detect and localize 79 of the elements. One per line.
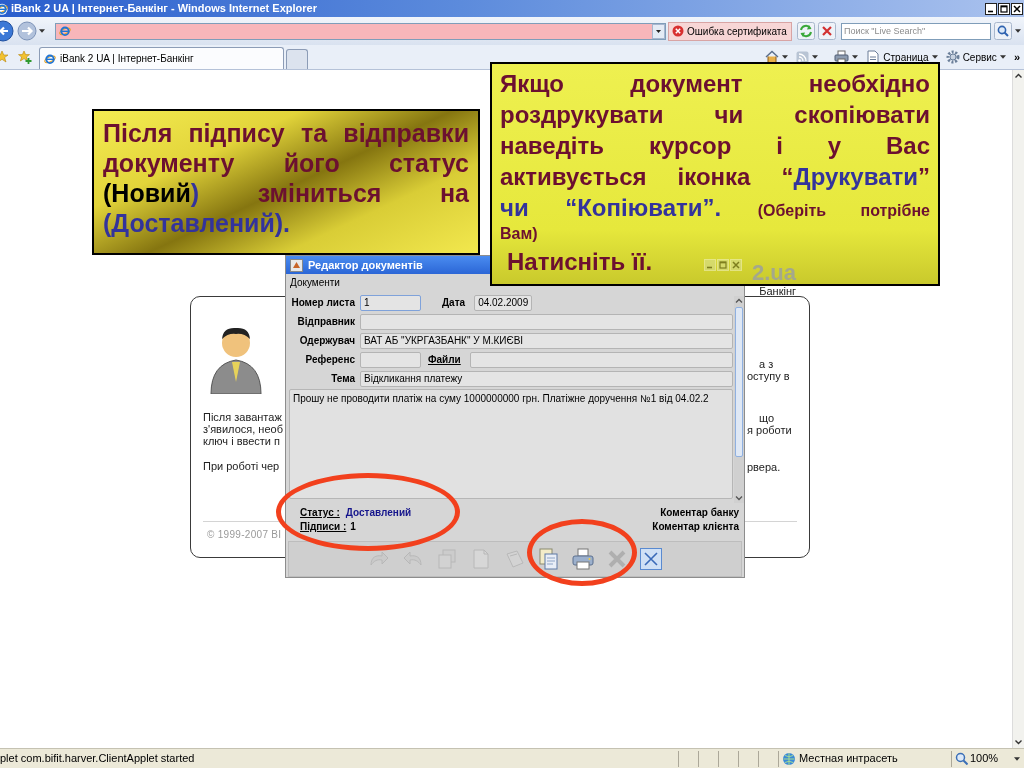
refresh-icon[interactable] [796,22,815,40]
paragraph-fragment: з'явилося, необ [203,423,284,435]
input-field[interactable] [469,351,733,368]
caret-icon[interactable] [1014,756,1020,761]
signatures-link[interactable]: Підписи : [300,521,347,533]
copyright-text: © 1999-2007 BI [207,529,282,541]
browser-logo-icon [0,2,8,15]
zoom-button[interactable]: 100% [951,750,1024,767]
browser-logo-icon [59,25,71,37]
caret-icon[interactable] [812,55,819,59]
error-icon [672,25,684,37]
home-icon[interactable] [765,50,780,64]
callout-text: Натисніть її. [507,247,653,277]
input-field[interactable]: 1 [360,294,421,311]
paragraph-fragment: я роботи [747,424,793,436]
app-icon [290,258,303,272]
comment-label: Коментар клієнта [652,521,739,533]
paragraph-fragment: Після завантаж [203,411,283,423]
paragraph-fragment: ключ і ввести п [203,435,282,447]
address-field[interactable] [55,22,666,40]
field-label: Відправник [296,315,355,329]
comment-label: Коментар банку [660,507,739,519]
maximize-icon[interactable] [998,2,1010,15]
menu-item[interactable]: Документи [290,275,340,290]
caret-icon[interactable] [1014,29,1021,33]
stop-icon[interactable] [817,22,836,40]
files-link[interactable]: Файли [428,352,461,367]
feed-icon[interactable] [796,50,810,64]
paragraph-fragment: рвера. [747,461,782,473]
callout-text: Якщо документ необхідно роздрукувати чи скопіювати наведіть курсор і у Вас активується іконка “Друкувати” чи “Копіювати”. (Оберіть потрібне Вам) [500,69,930,244]
star-plus-icon[interactable] [18,50,32,64]
search-icon[interactable] [993,22,1012,40]
browser-logo-icon [44,52,56,65]
input-field[interactable]: 04.02.2009 [474,294,533,311]
paragraph-fragment: що [759,412,775,424]
copy-icon[interactable] [537,547,561,571]
back-arrow-icon[interactable] [0,20,14,42]
field-label: Номер листа [290,296,355,310]
input-field[interactable]: Відкликання платежу [360,370,733,387]
new-tab-button[interactable] [286,49,308,69]
globe-icon [782,751,796,766]
tab[interactable]: iBank 2 UA | Інтернет-Банкінг [39,47,284,69]
input-field[interactable] [360,313,733,330]
caret-icon[interactable] [39,29,45,33]
minimize-icon[interactable] [985,2,997,15]
caret-icon[interactable] [931,55,938,59]
star-icon[interactable] [0,50,9,64]
paragraph-fragment: оступу в [747,370,791,382]
paragraph-fragment: а з [758,358,775,370]
search-field[interactable]: Поиск "Live Search" [840,22,991,40]
scrollbar-thumb[interactable] [735,307,743,457]
status-value: Доставлений [345,507,412,519]
certificate-error-button[interactable]: Ошибка сертификата [668,21,792,41]
field-label: Одержувач [298,334,355,348]
message-field[interactable]: Прошу не проводити платіж на суму 1000000000 грн. Платіжне доручення №1 від 04.02.2 [289,389,733,499]
gear-icon [945,50,960,64]
overflow-button[interactable]: » [1013,51,1020,63]
window-title: iBank 2 UA | Інтернет-Банкінг - Windows Internet Explorer [11,1,317,16]
field-label: Референс [304,353,355,367]
signatures-count: 1 [350,521,356,533]
logo-text: 2.ua [751,260,796,286]
dropdown-icon[interactable] [652,23,665,39]
field-label: Дата [442,296,466,310]
caret-icon[interactable] [782,55,789,59]
heading-text: Банкінг [759,286,796,296]
close-icon[interactable] [1011,2,1023,15]
field-label: Тема [330,372,355,386]
magnifier-icon [955,752,968,765]
caret-icon[interactable] [999,55,1006,59]
status-text: plet com.bifit.harver.ClientApplet started [0,751,195,767]
callout-text: Після підпису та відправки документу його статус (Новий) зміниться на (Доставлений). [103,118,469,238]
paragraph-fragment: При роботі чер [203,460,281,472]
tools-menu-button[interactable]: Сервис [945,49,1006,65]
input-field[interactable] [360,351,421,368]
dialog-title: Редактор документів [308,257,423,273]
status-link[interactable]: Статус : [300,507,340,519]
zone-text: Местная интрасеть [799,751,898,767]
caret-icon[interactable] [852,55,859,59]
input-field[interactable]: ВАТ АБ "УКРГАЗБАНК" У М.КИЄВІ [360,332,733,349]
